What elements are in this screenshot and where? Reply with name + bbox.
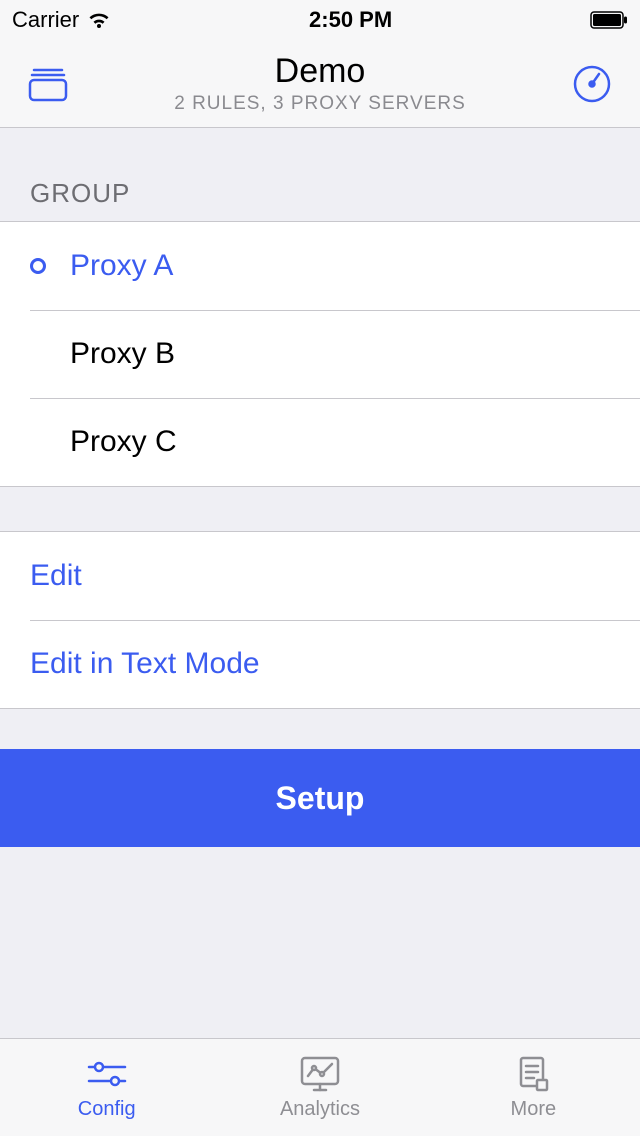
status-left: Carrier [12, 7, 111, 33]
nav-bar: Demo 2 RULES, 3 PROXY SERVERS [0, 40, 640, 128]
setup-button[interactable]: Setup [0, 749, 640, 847]
carrier-label: Carrier [12, 7, 79, 33]
nav-center: Demo 2 RULES, 3 PROXY SERVERS [88, 52, 552, 115]
battery-icon [590, 11, 628, 29]
tab-label: Analytics [280, 1098, 360, 1121]
monitor-chart-icon [298, 1054, 342, 1094]
tab-config[interactable]: Config [0, 1039, 213, 1136]
edit-text-mode-button[interactable]: Edit in Text Mode [0, 620, 640, 708]
document-icon [513, 1054, 553, 1094]
status-time: 2:50 PM [309, 7, 392, 33]
section-header-group: GROUP [0, 128, 640, 221]
list-item-label: Proxy C [70, 425, 177, 459]
nav-right-button[interactable] [552, 64, 612, 104]
content: GROUP Proxy A Proxy B Proxy C Edit Edit … [0, 128, 640, 847]
action-label: Edit in Text Mode [30, 647, 260, 681]
radio-selected-icon [30, 258, 46, 274]
list-item[interactable]: Proxy B [0, 310, 640, 398]
action-label: Edit [30, 559, 82, 593]
tab-analytics[interactable]: Analytics [213, 1039, 426, 1136]
tab-more[interactable]: More [427, 1039, 640, 1136]
list-item[interactable]: Proxy C [0, 398, 640, 486]
selection-indicator [30, 258, 70, 274]
edit-button[interactable]: Edit [0, 532, 640, 620]
nav-left-button[interactable] [28, 64, 88, 104]
setup-label: Setup [276, 780, 365, 817]
tab-label: More [511, 1098, 557, 1121]
list-item-label: Proxy A [70, 249, 173, 283]
actions-list: Edit Edit in Text Mode [0, 531, 640, 709]
tab-bar: Config Analytics More [0, 1038, 640, 1136]
stack-icon [28, 64, 68, 104]
status-right [590, 11, 628, 29]
list-item[interactable]: Proxy A [0, 222, 640, 310]
sliders-icon [85, 1054, 129, 1094]
page-title: Demo [88, 52, 552, 91]
list-item-label: Proxy B [70, 337, 175, 371]
proxy-list: Proxy A Proxy B Proxy C [0, 221, 640, 487]
tab-label: Config [78, 1098, 136, 1121]
status-bar: Carrier 2:50 PM [0, 0, 640, 40]
page-subtitle: 2 RULES, 3 PROXY SERVERS [88, 93, 552, 115]
wifi-icon [87, 10, 111, 30]
gauge-icon [572, 64, 612, 104]
